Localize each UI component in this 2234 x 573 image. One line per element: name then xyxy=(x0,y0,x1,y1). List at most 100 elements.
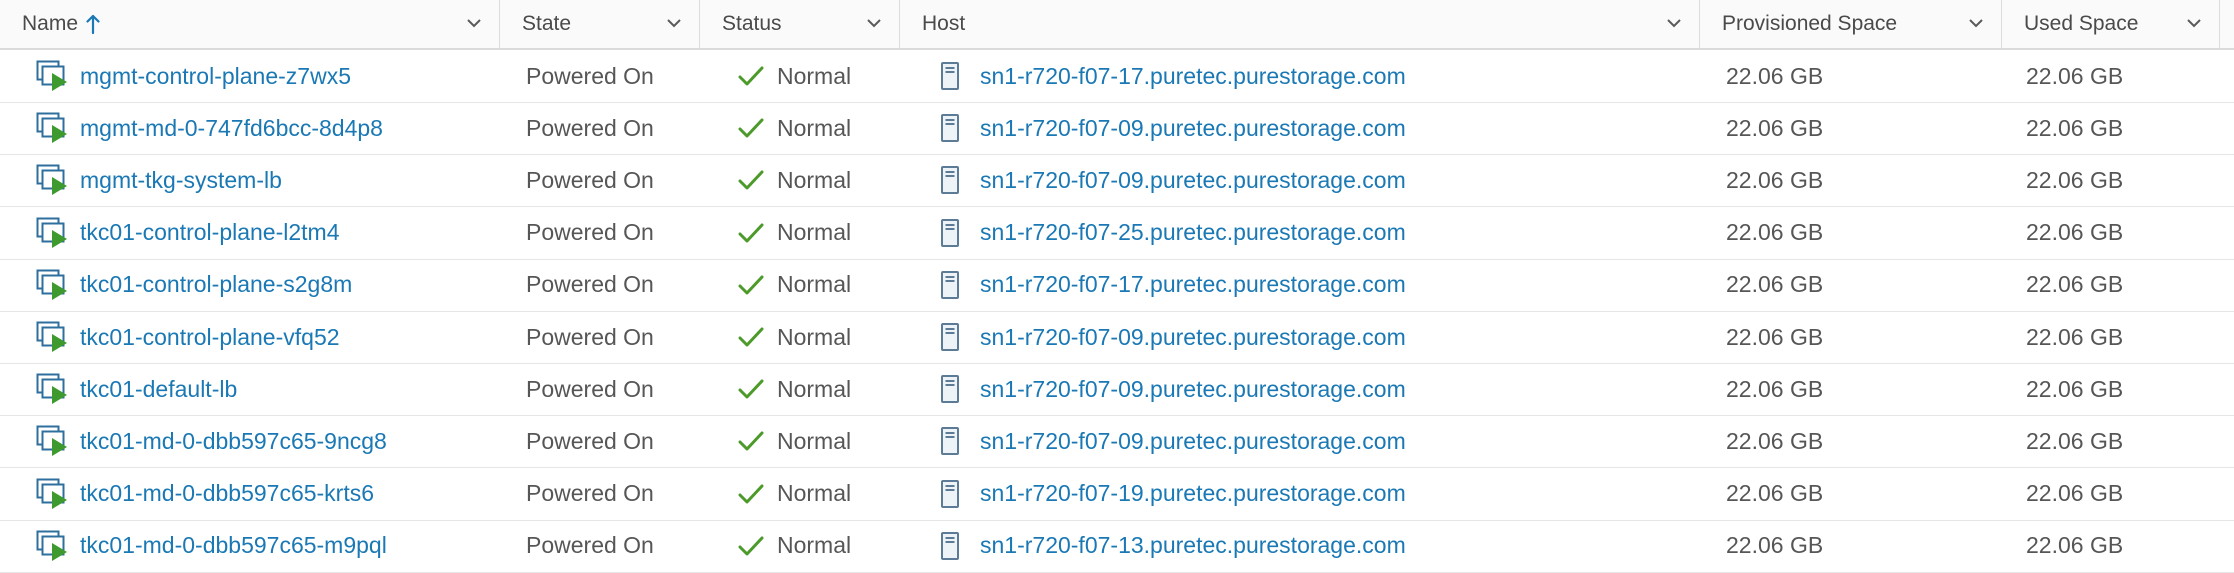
check-icon xyxy=(737,221,765,245)
column-label-used-space: Used Space xyxy=(2024,12,2139,35)
vm-powered-on-icon xyxy=(34,58,70,94)
state-cell: Powered On xyxy=(526,166,654,193)
vm-name-link[interactable]: mgmt-control-plane-z7wx5 xyxy=(80,63,351,90)
column-header-name[interactable]: Name xyxy=(0,0,500,48)
chevron-down-icon[interactable] xyxy=(1967,14,1985,32)
host-link[interactable]: sn1-r720-f07-17.puretec.purestorage.com xyxy=(980,63,1406,90)
column-label-state: State xyxy=(522,12,572,35)
chevron-down-icon[interactable] xyxy=(865,14,883,32)
vm-name-link[interactable]: tkc01-md-0-dbb597c65-m9pql xyxy=(80,532,387,559)
used-space-cell: 22.06 GB xyxy=(2026,427,2124,454)
status-text: Normal xyxy=(777,375,852,402)
host-icon xyxy=(940,531,960,561)
provisioned-space-cell: 22.06 GB xyxy=(1726,480,1824,507)
host-link[interactable]: sn1-r720-f07-25.puretec.purestorage.com xyxy=(980,219,1406,246)
column-header-state[interactable]: State xyxy=(500,0,700,48)
chevron-down-icon[interactable] xyxy=(1665,14,1683,32)
host-icon xyxy=(940,218,960,248)
table-row[interactable]: tkc01-control-plane-s2g8m Powered On Norma… xyxy=(0,259,2234,312)
vm-name-link[interactable]: tkc01-control-plane-s2g8m xyxy=(80,271,352,298)
used-space-cell: 22.06 GB xyxy=(2026,375,2124,402)
column-header-host[interactable]: Host xyxy=(900,0,1700,48)
chevron-down-icon[interactable] xyxy=(2185,14,2203,32)
status-cell: Normal xyxy=(737,50,851,102)
table-row[interactable]: mgmt-tkg-system-lb Powered On Normal sn1-r7… xyxy=(0,154,2234,208)
column-header-used-space[interactable]: Used Space xyxy=(2002,0,2220,48)
host-link[interactable]: sn1-r720-f07-09.puretec.purestorage.com xyxy=(980,428,1406,455)
host-icon xyxy=(940,374,960,404)
host-link[interactable]: sn1-r720-f07-09.puretec.purestorage.com xyxy=(980,167,1406,194)
table-row[interactable]: mgmt-md-0-747fd6bcc-8d4p8 Powered On Norma… xyxy=(0,102,2234,156)
host-link[interactable]: sn1-r720-f07-09.puretec.purestorage.com xyxy=(980,376,1406,403)
state-cell: Powered On xyxy=(526,62,654,89)
vm-powered-on-icon xyxy=(34,110,70,146)
host-icon xyxy=(940,426,960,456)
sort-ascending-icon[interactable] xyxy=(86,13,100,35)
provisioned-space-cell: 22.06 GB xyxy=(1726,427,1824,454)
used-space-cell: 22.06 GB xyxy=(2026,271,2124,298)
check-icon xyxy=(737,325,765,349)
vm-powered-on-icon xyxy=(34,215,70,251)
host-icon xyxy=(940,113,960,143)
host-cell: sn1-r720-f07-19.puretec.purestorage.com xyxy=(940,468,1406,520)
status-cell: Normal xyxy=(737,415,851,467)
vm-powered-on-icon xyxy=(34,476,70,512)
provisioned-space-cell: 22.06 GB xyxy=(1726,166,1824,193)
host-icon xyxy=(940,270,960,300)
table-row[interactable]: tkc01-control-plane-vfq52 Powered On Norma… xyxy=(0,311,2234,364)
vm-name-link[interactable]: tkc01-default-lb xyxy=(80,376,237,403)
status-cell: Normal xyxy=(737,468,851,520)
status-cell: Normal xyxy=(737,259,851,311)
table-row[interactable]: tkc01-md-0-dbb597c65-m9pql Powered On Norm… xyxy=(0,520,2234,573)
vm-name-link[interactable]: mgmt-md-0-747fd6bcc-8d4p8 xyxy=(80,115,383,142)
provisioned-space-cell: 22.06 GB xyxy=(1726,271,1824,298)
host-link[interactable]: sn1-r720-f07-19.puretec.purestorage.com xyxy=(980,480,1406,507)
check-icon xyxy=(737,168,765,192)
host-icon xyxy=(940,322,960,352)
status-text: Normal xyxy=(777,480,852,507)
table-row[interactable]: tkc01-default-lb Powered On Normal sn1-r720… xyxy=(0,363,2234,417)
chevron-down-icon[interactable] xyxy=(465,14,483,32)
vm-datagrid: Name State Status Host Provisioned Space… xyxy=(0,0,2234,573)
vm-name-link[interactable]: tkc01-control-plane-vfq52 xyxy=(80,324,340,351)
host-link[interactable]: sn1-r720-f07-09.puretec.purestorage.com xyxy=(980,324,1406,351)
status-cell: Normal xyxy=(737,154,851,206)
name-cell: mgmt-tkg-system-lb xyxy=(34,154,282,206)
chevron-down-icon[interactable] xyxy=(665,14,683,32)
host-link[interactable]: sn1-r720-f07-13.puretec.purestorage.com xyxy=(980,532,1406,559)
vm-name-link[interactable]: tkc01-md-0-dbb597c65-9ncg8 xyxy=(80,428,387,455)
table-row[interactable]: tkc01-md-0-dbb597c65-9ncg8 Powered On Norm… xyxy=(0,415,2234,469)
vm-name-link[interactable]: tkc01-md-0-dbb597c65-krts6 xyxy=(80,480,374,507)
column-header-provisioned-space[interactable]: Provisioned Space xyxy=(1700,0,2002,48)
host-link[interactable]: sn1-r720-f07-09.puretec.purestorage.com xyxy=(980,115,1406,142)
state-cell: Powered On xyxy=(526,375,654,402)
status-text: Normal xyxy=(777,271,852,298)
vm-powered-on-icon xyxy=(34,371,70,407)
table-row[interactable]: tkc01-control-plane-l2tm4 Powered On Norma… xyxy=(0,207,2234,260)
name-cell: mgmt-md-0-747fd6bcc-8d4p8 xyxy=(34,102,383,154)
vm-name-link[interactable]: mgmt-tkg-system-lb xyxy=(80,167,282,194)
datagrid-header: Name State Status Host Provisioned Space… xyxy=(0,0,2234,50)
host-cell: sn1-r720-f07-17.puretec.purestorage.com xyxy=(940,50,1406,102)
table-row[interactable]: tkc01-md-0-dbb597c65-krts6 Powered On Norm… xyxy=(0,468,2234,521)
table-row[interactable]: mgmt-control-plane-z7wx5 Powered On Normal… xyxy=(0,50,2234,103)
check-icon xyxy=(737,377,765,401)
column-header-status[interactable]: Status xyxy=(700,0,900,48)
status-text: Normal xyxy=(777,323,852,350)
host-link[interactable]: sn1-r720-f07-17.puretec.purestorage.com xyxy=(980,271,1406,298)
check-icon xyxy=(737,482,765,506)
vm-powered-on-icon xyxy=(34,528,70,564)
vm-name-link[interactable]: tkc01-control-plane-l2tm4 xyxy=(80,219,340,246)
provisioned-space-cell: 22.06 GB xyxy=(1726,219,1824,246)
name-cell: mgmt-control-plane-z7wx5 xyxy=(34,50,351,102)
status-cell: Normal xyxy=(737,311,851,363)
used-space-cell: 22.06 GB xyxy=(2026,166,2124,193)
used-space-cell: 22.06 GB xyxy=(2026,114,2124,141)
check-icon xyxy=(737,116,765,140)
name-cell: tkc01-control-plane-vfq52 xyxy=(34,311,340,363)
host-icon xyxy=(940,479,960,509)
check-icon xyxy=(737,64,765,88)
check-icon xyxy=(737,534,765,558)
vm-powered-on-icon xyxy=(34,423,70,459)
status-cell: Normal xyxy=(737,363,851,415)
